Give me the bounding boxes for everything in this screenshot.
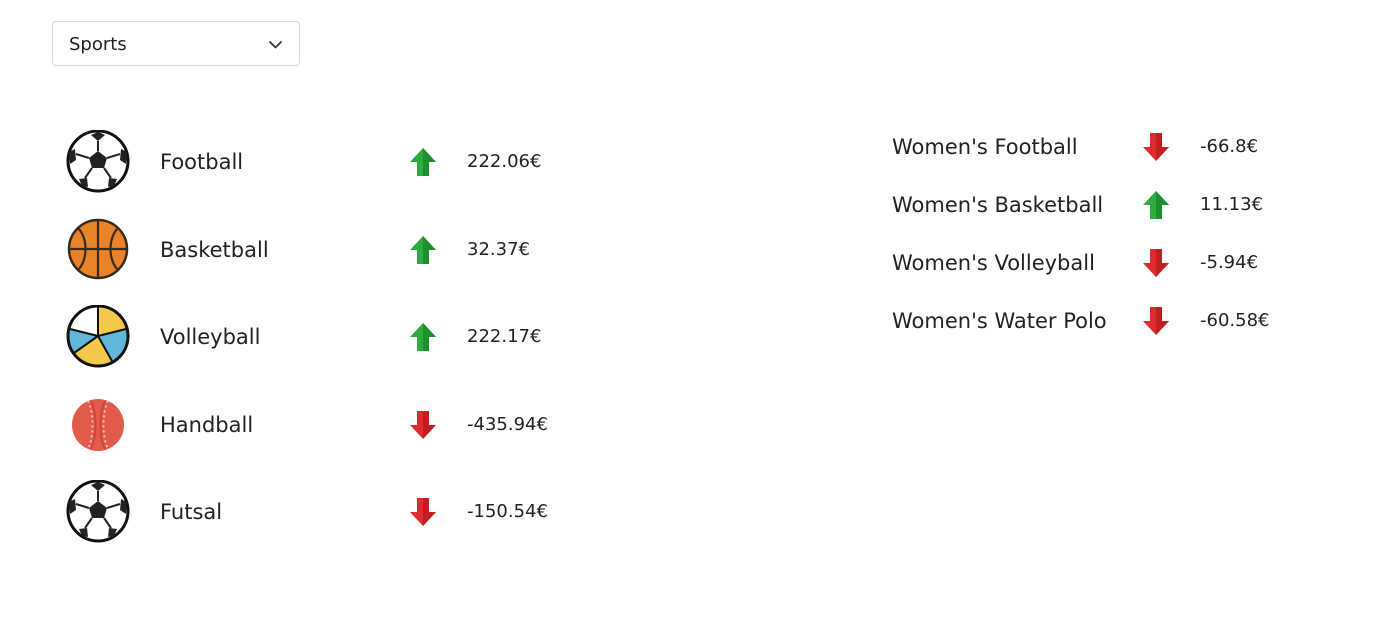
red-ball-icon (72, 399, 124, 451)
sport-price: 32.37€ (467, 239, 530, 260)
soccer-ball-icon (66, 480, 130, 543)
sport-name: Volleyball (160, 325, 261, 349)
sport-price: -60.58€ (1200, 310, 1270, 331)
sport-name: Handball (160, 413, 254, 437)
womens-sport-row-water-polo[interactable]: Women's Water Polo -60.58€ (892, 302, 1312, 342)
sport-row-basketball[interactable]: Basketball 32.37€ (64, 218, 584, 282)
chevron-down-icon (269, 41, 282, 49)
arrow-up-icon (410, 323, 436, 351)
sport-price: 222.06€ (467, 151, 542, 172)
arrow-down-icon (1143, 249, 1169, 277)
sport-row-futsal[interactable]: Futsal -150.54€ (64, 480, 584, 544)
sport-price: -5.94€ (1200, 252, 1259, 273)
sport-price: 11.13€ (1200, 194, 1263, 215)
sport-price: -150.54€ (467, 501, 548, 522)
sport-row-handball[interactable]: Handball -435.94€ (64, 393, 584, 457)
sport-name: Women's Football (892, 135, 1078, 159)
sport-name: Football (160, 150, 244, 174)
sport-name: Women's Volleyball (892, 251, 1095, 275)
volleyball-icon (66, 305, 130, 368)
arrow-down-icon (1143, 307, 1169, 335)
womens-sport-row-basketball[interactable]: Women's Basketball 11.13€ (892, 186, 1312, 226)
womens-sport-row-volleyball[interactable]: Women's Volleyball -5.94€ (892, 244, 1312, 284)
sport-row-football[interactable]: Football 222.06€ (64, 130, 584, 194)
womens-sport-row-football[interactable]: Women's Football -66.8€ (892, 128, 1312, 168)
sport-name: Futsal (160, 500, 223, 524)
sport-name: Basketball (160, 238, 269, 262)
arrow-up-icon (1143, 191, 1169, 219)
sport-name: Women's Water Polo (892, 309, 1107, 333)
sport-price: -66.8€ (1200, 136, 1259, 157)
basketball-icon (67, 218, 129, 280)
dropdown-selected-value: Sports (69, 34, 127, 55)
sport-price: -435.94€ (467, 414, 548, 435)
soccer-ball-icon (66, 130, 130, 193)
sport-price: 222.17€ (467, 326, 542, 347)
arrow-down-icon (1143, 133, 1169, 161)
arrow-up-icon (410, 236, 436, 264)
arrow-up-icon (410, 148, 436, 176)
sport-row-volleyball[interactable]: Volleyball 222.17€ (64, 305, 584, 369)
arrow-down-icon (410, 498, 436, 526)
sport-category-dropdown[interactable]: Sports (52, 21, 300, 66)
arrow-down-icon (410, 411, 436, 439)
sport-name: Women's Basketball (892, 193, 1104, 217)
